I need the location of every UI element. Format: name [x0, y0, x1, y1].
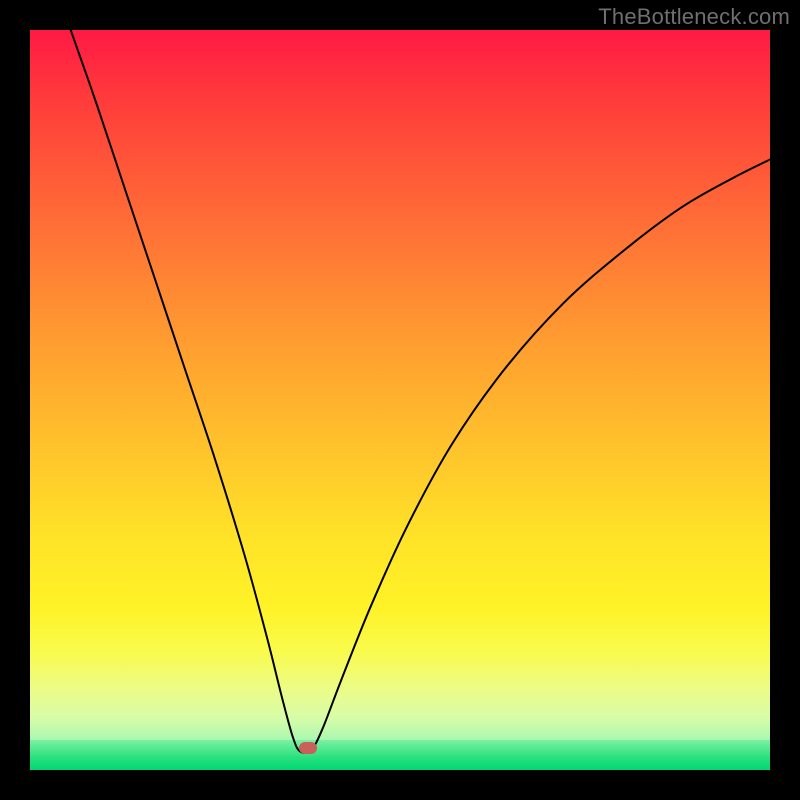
- minimum-marker: [299, 742, 317, 754]
- curve-svg: [30, 30, 770, 770]
- watermark-text: TheBottleneck.com: [598, 4, 790, 30]
- plot-area: [30, 30, 770, 770]
- chart-frame: TheBottleneck.com: [0, 0, 800, 800]
- bottleneck-curve: [71, 30, 770, 753]
